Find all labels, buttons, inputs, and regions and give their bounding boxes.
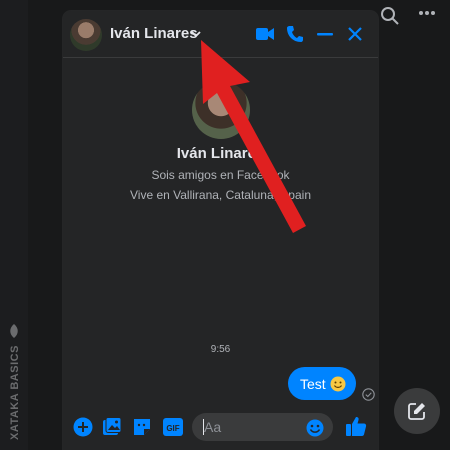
contact-name[interactable]: Iván Linares xyxy=(110,25,198,42)
profile-avatar[interactable] xyxy=(192,81,250,139)
emoji-picker-icon[interactable] xyxy=(306,419,324,437)
profile-name[interactable]: Iván Linares xyxy=(63,145,378,162)
message-composer: GIF xyxy=(63,403,378,450)
compose-icon xyxy=(408,403,425,420)
attach-photo-icon[interactable] xyxy=(102,417,122,437)
sent-checkmark-icon xyxy=(362,388,375,401)
minimize-icon[interactable] xyxy=(317,33,333,36)
top-right-actions xyxy=(380,6,440,30)
new-message-button[interactable] xyxy=(394,388,440,434)
add-more-icon[interactable] xyxy=(73,417,93,437)
contact-avatar[interactable] xyxy=(70,19,102,51)
chevron-down-icon[interactable] xyxy=(191,31,201,38)
sticker-icon[interactable] xyxy=(132,417,152,437)
text-caret xyxy=(203,419,204,435)
message-timestamp: 9:56 xyxy=(210,344,231,355)
close-icon[interactable] xyxy=(347,26,363,42)
profile-relationship: Sois amigos en Facebook xyxy=(151,168,290,182)
thumbs-up-icon[interactable] xyxy=(345,415,367,437)
search-icon[interactable] xyxy=(380,6,400,26)
chat-window: Iván Linares Iván Linares Sois amigos en… xyxy=(63,11,378,450)
message-text: Test xyxy=(300,376,326,392)
gif-label: GIF xyxy=(166,424,179,433)
watermark-text: XATAKA BASICS xyxy=(9,345,21,440)
message-bubble[interactable]: Test xyxy=(288,367,356,400)
slightly-smiling-face-icon xyxy=(330,376,346,392)
video-call-icon[interactable] xyxy=(255,25,275,43)
gif-icon[interactable]: GIF xyxy=(162,417,184,437)
xataka-basics-watermark: XATAKA BASICS xyxy=(5,322,23,442)
more-options-icon[interactable] xyxy=(418,10,436,16)
profile-location: Vive en Vallirana, Cataluna, Spain xyxy=(129,188,311,202)
phone-call-icon[interactable] xyxy=(286,25,304,43)
chat-header: Iván Linares xyxy=(63,11,378,58)
